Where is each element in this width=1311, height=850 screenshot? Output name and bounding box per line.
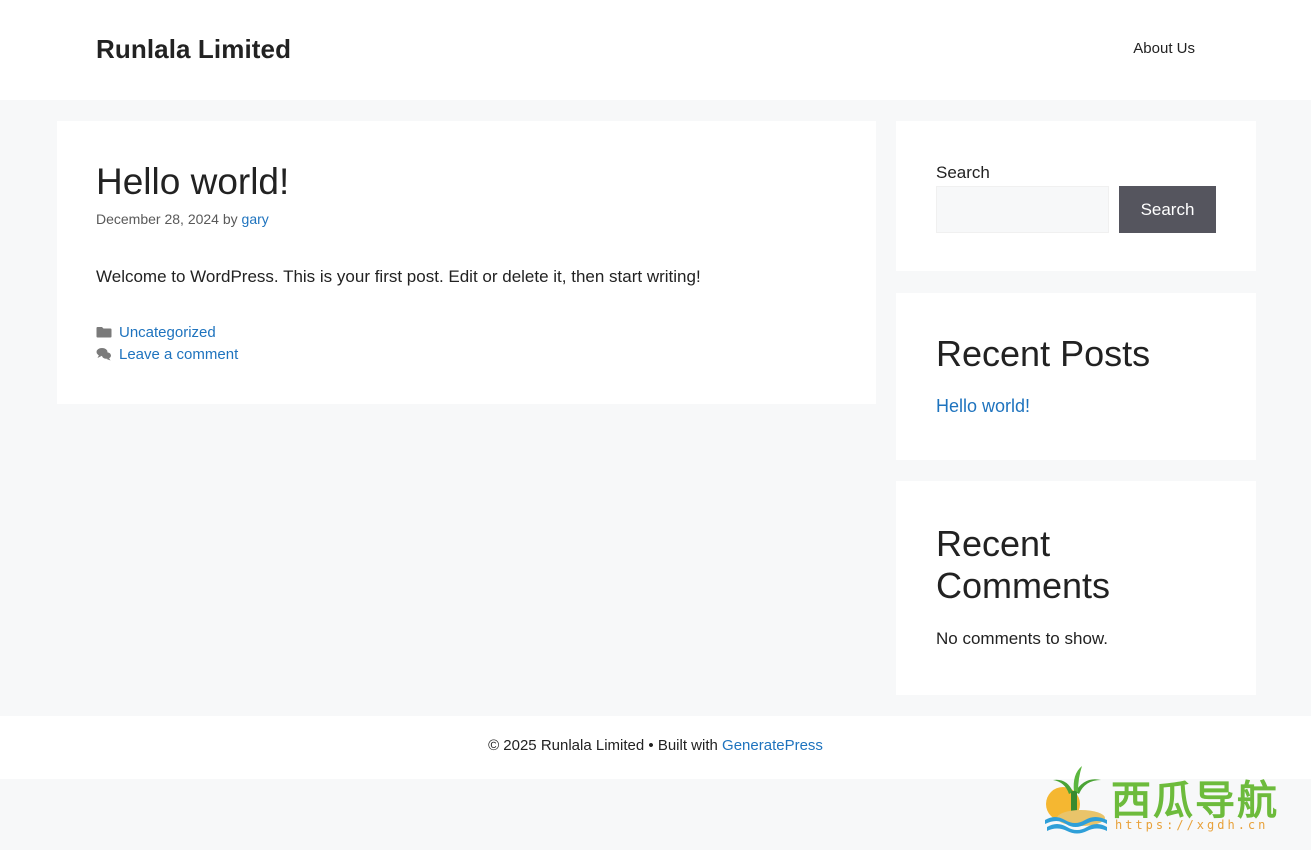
- footer-separator: •: [648, 737, 654, 754]
- watermark-logo-icon: [1043, 764, 1109, 834]
- post-footer-meta: Uncategorized Leave a comment: [96, 321, 238, 365]
- search-button[interactable]: Search: [1119, 186, 1216, 233]
- recent-posts-title: Recent Posts: [936, 333, 1151, 374]
- post-meta: December 28, 2024 by gary: [96, 211, 269, 227]
- recent-comments-title: Recent Comments: [936, 523, 1111, 606]
- post-card: Hello world! December 28, 2024 by gary W…: [57, 121, 876, 404]
- recent-comments-widget: Recent Comments No comments to show.: [896, 481, 1256, 695]
- generatepress-link[interactable]: GeneratePress: [722, 737, 823, 754]
- post-date: December 28, 2024: [96, 211, 219, 227]
- post-author-link[interactable]: gary: [242, 211, 269, 227]
- post-title: Hello world!: [96, 161, 290, 202]
- built-with-text: Built with: [657, 737, 718, 754]
- watermark: 西瓜导航 https://xgdh.cn: [1043, 764, 1293, 836]
- post-by-label: by: [222, 211, 238, 227]
- site-title[interactable]: Runlala Limited: [96, 34, 291, 65]
- no-comments-text: No comments to show.: [936, 629, 1108, 648]
- nav-item-about-us[interactable]: About Us: [1133, 40, 1195, 57]
- comments-icon: [96, 347, 112, 361]
- search-widget: Search Search: [896, 121, 1256, 271]
- copyright-text: © 2025 Runlala Limited: [488, 737, 645, 754]
- recent-post-link[interactable]: Hello world!: [936, 396, 1030, 417]
- post-comment-row: Leave a comment: [96, 343, 238, 365]
- footer-copyright: © 2025 Runlala Limited • Built with Gene…: [0, 737, 1311, 754]
- post-content: Welcome to WordPress. This is your first…: [96, 267, 701, 286]
- category-link[interactable]: Uncategorized: [119, 324, 216, 341]
- post-category-row: Uncategorized: [96, 321, 238, 343]
- search-label: Search: [936, 163, 990, 182]
- site-header: Runlala Limited About Us: [0, 0, 1311, 100]
- watermark-url: https://xgdh.cn: [1115, 818, 1269, 832]
- leave-comment-link[interactable]: Leave a comment: [119, 346, 238, 363]
- folder-icon: [96, 325, 112, 339]
- search-input[interactable]: [936, 186, 1109, 233]
- recent-posts-widget: Recent Posts Hello world!: [896, 293, 1256, 460]
